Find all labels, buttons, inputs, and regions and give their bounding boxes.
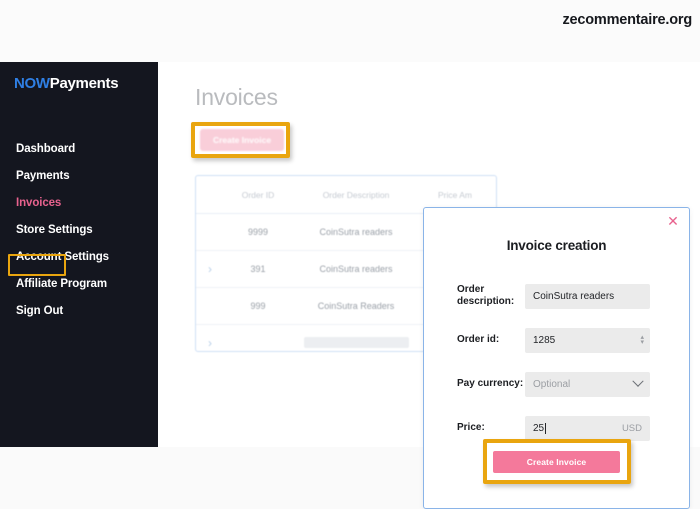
sidebar-item-payments[interactable]: Payments — [0, 162, 158, 189]
sidebar-item-affiliate-program[interactable]: Affiliate Program — [0, 270, 158, 297]
table-header-order-id: Order ID — [224, 190, 292, 200]
site-watermark: zecommentaire.org — [562, 12, 692, 28]
cell-order-description — [292, 337, 420, 350]
sidebar-item-account-settings[interactable]: Account Settings — [0, 243, 158, 270]
cell-order-id: 999 — [224, 301, 292, 311]
order-id-value: 1285 — [533, 335, 555, 346]
order-description-value: CoinSutra readers — [533, 291, 614, 302]
page-title: Invoices — [195, 84, 278, 111]
close-icon[interactable]: ✕ — [666, 214, 680, 228]
field-order-id: Order id: 1285 ▴▾ — [424, 318, 689, 362]
redacted-value — [304, 337, 409, 348]
app-window: NOWPayments Dashboard Payments Invoices … — [0, 62, 700, 447]
invoice-creation-modal: ✕ Invoice creation Order description: Co… — [423, 207, 690, 509]
text-caret — [545, 423, 546, 434]
field-label: Order id: — [457, 334, 525, 346]
sidebar-item-label: Sign Out — [16, 305, 63, 317]
pay-currency-select[interactable]: Optional — [525, 372, 650, 397]
cell-order-description: CoinSutra readers — [292, 264, 420, 274]
table-header-order-description: Order Description — [292, 190, 420, 200]
sidebar-nav: Dashboard Payments Invoices Store Settin… — [0, 135, 158, 324]
cell-order-id: 9999 — [224, 227, 292, 237]
sidebar: NOWPayments Dashboard Payments Invoices … — [0, 62, 158, 447]
highlight-box-create-invoice — [191, 122, 290, 158]
sidebar-item-store-settings[interactable]: Store Settings — [0, 216, 158, 243]
field-label: Order description: — [457, 284, 525, 308]
price-currency-label: USD — [622, 423, 642, 434]
number-stepper-icon[interactable]: ▴▾ — [640, 335, 644, 345]
order-id-input[interactable]: 1285 ▴▾ — [525, 328, 650, 353]
row-expand-icon[interactable]: › — [196, 262, 224, 276]
sidebar-item-label: Payments — [16, 170, 70, 182]
sidebar-item-label: Invoices — [16, 197, 61, 209]
logo-payments-text: Payments — [50, 75, 118, 92]
field-label: Pay currency: — [457, 378, 525, 390]
cell-order-id: 391 — [224, 264, 292, 274]
chevron-down-icon — [632, 376, 643, 387]
invoice-form: Order description: CoinSutra readers Ord… — [424, 274, 689, 450]
sidebar-item-dashboard[interactable]: Dashboard — [0, 135, 158, 162]
order-description-input[interactable]: CoinSutra readers — [525, 284, 650, 309]
highlight-box-modal-create-invoice — [483, 439, 631, 484]
price-value: 25 — [533, 423, 544, 434]
sidebar-item-label: Account Settings — [16, 251, 109, 263]
sidebar-item-sign-out[interactable]: Sign Out — [0, 297, 158, 324]
row-expand-icon[interactable]: › — [196, 336, 224, 350]
field-order-description: Order description: CoinSutra readers — [424, 274, 689, 318]
price-input[interactable]: 25 USD — [525, 416, 650, 441]
field-label: Price: — [457, 422, 525, 434]
sidebar-item-invoices[interactable]: Invoices — [0, 189, 158, 216]
app-logo[interactable]: NOWPayments — [14, 75, 118, 92]
table-header-price-amount: Price Am — [420, 190, 490, 200]
logo-now-text: NOW — [14, 75, 50, 92]
modal-title: Invoice creation — [424, 238, 689, 253]
watermark-bar: zecommentaire.org — [0, 0, 700, 62]
sidebar-item-label: Store Settings — [16, 224, 93, 236]
cell-order-description: CoinSutra readers — [292, 227, 420, 237]
field-pay-currency: Pay currency: Optional — [424, 362, 689, 406]
cell-order-description: CoinSutra Readers — [292, 301, 420, 311]
pay-currency-placeholder: Optional — [533, 379, 570, 390]
sidebar-item-label: Affiliate Program — [16, 278, 107, 290]
sidebar-item-label: Dashboard — [16, 143, 75, 155]
